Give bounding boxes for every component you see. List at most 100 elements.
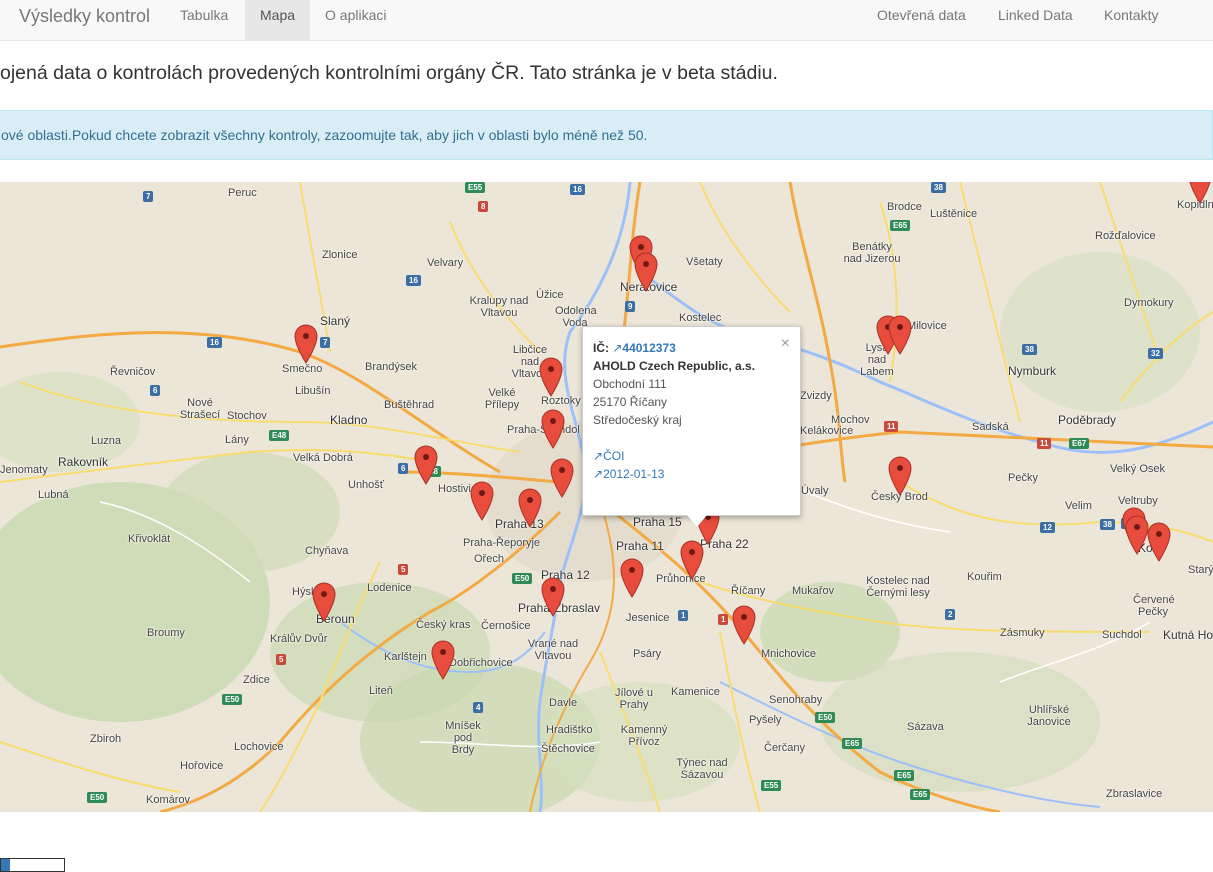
road-shield: E55	[465, 182, 486, 193]
map-label: Zdice	[243, 674, 270, 686]
lead-text: ojená data o kontrolách provedených kont…	[0, 62, 778, 84]
map-label: Velká Dobrá	[293, 452, 353, 464]
nav-contacts[interactable]: Kontakty	[1089, 0, 1173, 40]
map-label: Zvizdy	[800, 390, 832, 402]
map-label: Lány	[225, 434, 249, 446]
map-label: Sázava	[907, 721, 944, 733]
date-link[interactable]: 2012-01-13	[603, 467, 664, 481]
external-link-icon: ↗	[612, 341, 623, 355]
map-label: Benátky nad Jizerou	[843, 241, 901, 265]
nav-linked-data[interactable]: Linked Data	[983, 0, 1088, 40]
address-region: Středočeský kraj	[593, 413, 682, 427]
map-marker-icon[interactable]	[312, 582, 336, 622]
map-marker-icon[interactable]	[888, 315, 912, 355]
map-label: Jenomaty	[0, 464, 48, 476]
map-label: Brodce	[887, 201, 922, 213]
popup-tail	[687, 515, 707, 527]
map-label: Psáry	[633, 648, 662, 660]
map-label: Hořovice	[180, 760, 224, 772]
nav-tab-table[interactable]: Tabulka	[165, 0, 243, 40]
address-city: 25170 Říčany	[593, 395, 668, 409]
map-label: Suchdol	[1102, 629, 1142, 641]
road-shield: E50	[512, 573, 533, 584]
map-label: Stochov	[227, 410, 267, 422]
map-label: Černošice	[481, 620, 531, 632]
map-marker-icon[interactable]	[620, 558, 644, 598]
road-shield: E50	[815, 712, 836, 723]
map-label: Libušín	[295, 385, 331, 397]
map-label: Všetaty	[686, 256, 723, 268]
bottom-control[interactable]	[0, 858, 65, 872]
map-label: Ořech	[474, 553, 504, 565]
map-label: Kostelec nad Černými lesy	[866, 575, 930, 599]
map-label: Kralupy nad Vltavou	[469, 295, 529, 319]
map-label: Luzna	[91, 435, 121, 447]
map-label: Veltruby	[1118, 495, 1158, 507]
map-label: Liteň	[369, 685, 393, 697]
map-marker-icon[interactable]	[431, 640, 455, 680]
map-label: Zlonice	[322, 249, 358, 261]
map-label: Broumy	[147, 627, 185, 639]
map-marker-icon[interactable]	[539, 357, 563, 397]
map-marker-icon[interactable]	[541, 577, 565, 617]
nav-tab-map[interactable]: Mapa	[245, 0, 310, 40]
map-label: Praha 11	[616, 539, 664, 553]
map-label: Peruc	[228, 187, 257, 199]
nav-tab-about[interactable]: O aplikaci	[310, 0, 401, 40]
road-shield: E65	[842, 738, 863, 749]
map-label: Brandýsek	[365, 361, 417, 373]
map-label: Sadská	[972, 421, 1009, 433]
map-label: Čerčany	[764, 742, 805, 754]
map-marker-icon[interactable]	[414, 445, 438, 485]
map-marker-icon[interactable]	[541, 409, 565, 449]
road-shield: E48	[269, 430, 290, 441]
map-marker-icon[interactable]	[1188, 182, 1212, 204]
address-street: Obchodní 111	[593, 377, 667, 391]
road-shield: 38	[931, 182, 946, 193]
map-label: Velké Přílepy	[484, 387, 520, 411]
road-shield: E50	[222, 694, 243, 705]
nav-open-data[interactable]: Otevřená data	[862, 0, 981, 40]
map-label: Zásmuky	[1000, 627, 1045, 639]
map-marker-icon[interactable]	[888, 456, 912, 496]
map-label: Lochovice	[234, 741, 284, 753]
map-label: Hradištko	[546, 724, 593, 736]
map-label: Pečky	[1008, 472, 1038, 484]
map-marker-icon[interactable]	[634, 252, 658, 292]
map-marker-icon[interactable]	[550, 458, 574, 498]
map-label: Buštěhrad	[384, 399, 435, 411]
map-label: Kelákovice	[800, 425, 854, 437]
map-label: Červené Pečky	[1133, 594, 1175, 618]
map-marker-icon[interactable]	[518, 488, 542, 528]
ic-label: IČ:	[593, 341, 609, 355]
map-canvas[interactable]: Peruc Zlonice Velvary Kralupy nad Vltavo…	[0, 182, 1213, 812]
map-marker-icon[interactable]	[470, 481, 494, 521]
map-marker-icon[interactable]	[294, 324, 318, 364]
road-shield: 11	[1037, 438, 1052, 449]
road-shield: 38	[1100, 519, 1115, 530]
map-label: Velvary	[427, 257, 464, 269]
bottom-control-fill	[1, 859, 10, 871]
map-label: Kutná Ho	[1163, 628, 1213, 642]
map-label: Komárov	[146, 794, 191, 806]
map-label: Slaný	[320, 314, 351, 328]
map-label: Jílové u Prahy	[615, 687, 653, 711]
external-link-icon: ↗	[593, 449, 604, 463]
info-alert: ové oblasti.Pokud chcete zobrazit všechn…	[0, 110, 1213, 160]
map-marker-icon[interactable]	[1147, 522, 1171, 562]
map-label: Karlštejn	[384, 651, 427, 663]
road-shield: E65	[910, 789, 931, 800]
map-label: Pyšely	[749, 714, 782, 726]
map-marker-icon[interactable]	[732, 605, 756, 645]
road-shield: 1	[678, 610, 689, 621]
brand-link[interactable]: Výsledky kontrol	[19, 6, 150, 27]
marker-info-popup: × IČ: ↗44012373 AHOLD Czech Republic, a.…	[582, 326, 801, 516]
authority-link[interactable]: ČOI	[603, 449, 624, 463]
map-marker-icon[interactable]	[1125, 515, 1149, 555]
road-shield: E65	[894, 770, 915, 781]
ic-link[interactable]: 44012373	[622, 341, 675, 355]
map-marker-icon[interactable]	[680, 540, 704, 580]
road-shield: E55	[761, 780, 782, 791]
road-shield: 16	[207, 337, 222, 348]
close-icon[interactable]: ×	[781, 335, 790, 353]
